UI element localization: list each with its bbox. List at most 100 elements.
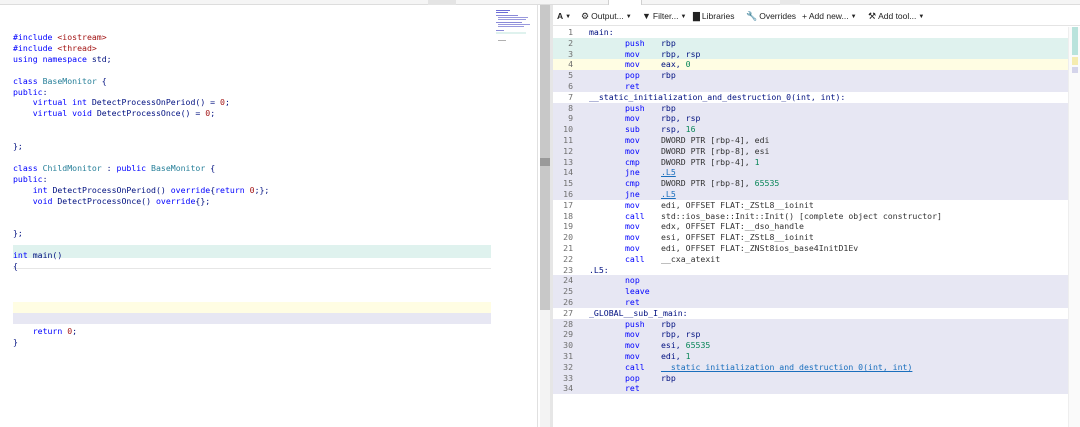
asm-instruction-row[interactable]: 31 mov edi, 1 xyxy=(553,351,1068,362)
line-number: 12 xyxy=(563,145,573,156)
asm-instruction-row[interactable]: 4 mov eax, 0 xyxy=(553,59,1068,71)
asm-instruction-row[interactable]: 10 sub rsp, 16 xyxy=(553,124,1068,135)
highlight-blank xyxy=(13,258,491,269)
asm-operands: DWORD PTR [rbp-8], 65535 xyxy=(661,178,779,189)
asm-instruction-row[interactable]: 17 mov edi, OFFSET FLAT:_ZStL8__ioinit xyxy=(553,200,1068,211)
source-token: { xyxy=(210,162,216,173)
source-line[interactable]: virtual void DetectProcessOnce() = 0; xyxy=(13,108,215,119)
line-number: 14 xyxy=(563,167,573,178)
overrides-button[interactable]: 🔧 Overrides xyxy=(746,10,796,22)
asm-instruction-row[interactable]: 2 push rbp xyxy=(553,37,1068,49)
asm-operand: rsp, xyxy=(661,124,686,135)
asm-opcode: mov xyxy=(625,232,640,243)
asm-instruction-row[interactable]: 13 cmp DWORD PTR [rbp-4], 1 xyxy=(553,156,1068,168)
assembly-output[interactable]: 1 main: 2 push rbp 3 mov rbp, rsp 4 mov eax, 0 5 pop… xyxy=(553,27,1068,427)
asm-label-row[interactable]: 7 __static_initialization_and_destruction… xyxy=(553,92,1068,103)
source-token: #include xyxy=(13,32,58,42)
asm-symbol-link[interactable]: .L5 xyxy=(661,167,676,177)
asm-instruction-row[interactable]: 28 push rbp xyxy=(553,318,1068,330)
asm-operands: edi, OFFSET FLAT:_ZStL8__ioinit xyxy=(661,200,814,211)
source-line[interactable]: public: xyxy=(13,174,48,185)
minimap[interactable] xyxy=(494,8,532,48)
add-tool-dropdown[interactable]: ⚒ Add tool... ▼ xyxy=(868,10,924,22)
asm-instruction-row[interactable]: 8 push rbp xyxy=(553,102,1068,114)
asm-operands: esi, OFFSET FLAT:_ZStL8__ioinit xyxy=(661,232,814,243)
source-line[interactable]: virtual int DetectProcessOnPeriod() = 0; xyxy=(13,97,230,108)
asm-instruction-row[interactable]: 34 ret xyxy=(553,383,1068,395)
asm-instruction-row[interactable]: 3 mov rbp, rsp xyxy=(553,48,1068,60)
source-line[interactable]: return 0; xyxy=(13,326,77,337)
source-line[interactable]: class ChildMonitor : public BaseMonitor … xyxy=(13,163,215,174)
asm-instruction-row[interactable]: 19 mov edx, OFFSET FLAT:__dso_handle xyxy=(553,221,1068,232)
font-icon: A xyxy=(557,11,564,21)
asm-instruction-row[interactable]: 18 call std::ios_base::Init::Init() [compl… xyxy=(553,211,1068,222)
libraries-button[interactable]: ▇ Libraries xyxy=(693,10,735,22)
asm-symbol-link[interactable]: .L5 xyxy=(661,189,676,199)
asm-operand: rbp, rsp xyxy=(661,329,701,340)
asm-operands: rbp xyxy=(661,103,676,114)
asm-instruction-row[interactable]: 5 pop rbp xyxy=(553,70,1068,81)
filter-dropdown[interactable]: ▼ Filter... ▼ xyxy=(642,10,686,22)
asm-instruction-row[interactable]: 25 leave xyxy=(553,286,1068,297)
source-line[interactable]: int DetectProcessOnPeriod() override{ret… xyxy=(13,184,270,196)
asm-operands: rbp, rsp xyxy=(661,113,700,124)
asm-instruction-row[interactable]: 11 mov DWORD PTR [rbp-4], edi xyxy=(553,135,1068,146)
source-line[interactable]: #include <thread> xyxy=(13,43,97,54)
asm-label-row[interactable]: 27 _GLOBAL__sub_I_main: xyxy=(553,308,1068,319)
source-line[interactable]: using namespace std; xyxy=(13,54,112,65)
pane-splitter-handle[interactable] xyxy=(540,158,550,166)
asm-label: _GLOBAL__sub_I_main: xyxy=(589,307,688,318)
assembly-overview-ruler[interactable] xyxy=(1068,27,1080,427)
asm-instruction-row[interactable]: 22 call __cxa_atexit xyxy=(553,254,1068,265)
asm-opcode: leave xyxy=(625,286,650,297)
asm-opcode: nop xyxy=(625,275,640,286)
asm-opcode: mov xyxy=(625,351,640,361)
asm-instruction-row[interactable]: 9 mov rbp, rsp xyxy=(553,113,1068,125)
editor-scrollbar[interactable] xyxy=(540,5,550,427)
source-token: public xyxy=(116,162,152,173)
source-line[interactable]: }; xyxy=(13,228,23,239)
source-token: ;}; xyxy=(254,184,270,195)
source-line[interactable]: }; xyxy=(13,141,23,152)
source-line[interactable]: void DetectProcessOnce() override{}; xyxy=(13,195,211,207)
asm-label-row[interactable]: 1 main: xyxy=(553,27,1068,38)
output-dropdown[interactable]: ⚙ Output... ▼ xyxy=(581,10,632,22)
source-editor[interactable]: #include <iostream> #include <thread> usin… xyxy=(0,5,538,427)
source-line[interactable]: #include <iostream> xyxy=(13,32,107,43)
source-line[interactable]: class BaseMonitor { xyxy=(13,76,107,87)
asm-instruction-row[interactable]: 24 nop xyxy=(553,275,1068,287)
asm-instruction-row[interactable]: 14 jne .L5 xyxy=(553,167,1068,179)
asm-instruction-row[interactable]: 20 mov esi, OFFSET FLAT:_ZStL8__ioinit xyxy=(553,232,1068,243)
line-number: 13 xyxy=(563,156,573,167)
asm-opcode: cmp xyxy=(625,156,640,167)
asm-opcode: mov xyxy=(625,243,640,253)
chevron-down-icon: ▼ xyxy=(680,14,687,20)
asm-opcode: mov xyxy=(625,340,640,351)
source-line[interactable]: public: xyxy=(13,87,48,98)
asm-instruction-row[interactable]: 21 mov edi, OFFSET FLAT:_ZNSt8ios_base4Ini… xyxy=(553,243,1068,254)
asm-instruction-row[interactable]: 6 ret xyxy=(553,81,1068,92)
asm-instruction-row[interactable]: 16 jne .L5 xyxy=(553,189,1068,200)
asm-symbol-link[interactable]: __static_initialization_and_destruction_… xyxy=(661,362,912,372)
asm-opcode: pop xyxy=(625,70,640,81)
source-line[interactable]: } xyxy=(13,337,18,348)
line-number: 18 xyxy=(563,210,573,221)
line-number: 23 xyxy=(563,264,573,275)
asm-instruction-row[interactable]: 26 ret xyxy=(553,297,1068,308)
asm-label-row[interactable]: 23 .L5: xyxy=(553,265,1068,276)
asm-instruction-row[interactable]: 32 call __static_initialization_and_destru… xyxy=(553,361,1068,373)
add-new-dropdown[interactable]: + Add new... ▼ xyxy=(802,10,857,22)
asm-instruction-row[interactable]: 33 pop rbp xyxy=(553,372,1068,384)
source-token: void xyxy=(13,195,58,206)
asm-instruction-row[interactable]: 15 cmp DWORD PTR [rbp-8], 65535 xyxy=(553,178,1068,189)
source-line[interactable]: int main() xyxy=(13,250,62,261)
line-number: 24 xyxy=(563,275,573,286)
asm-opcode: mov xyxy=(625,145,640,156)
asm-instruction-row[interactable]: 29 mov rbp, rsp xyxy=(553,329,1068,341)
source-line[interactable]: { xyxy=(13,261,18,272)
source-token: <thread> xyxy=(57,42,97,53)
line-number: 27 xyxy=(563,307,573,318)
asm-instruction-row[interactable]: 30 mov esi, 65535 xyxy=(553,340,1068,351)
font-size-button[interactable]: A ▼ xyxy=(557,10,571,22)
asm-instruction-row[interactable]: 12 mov DWORD PTR [rbp-8], esi xyxy=(553,145,1068,157)
